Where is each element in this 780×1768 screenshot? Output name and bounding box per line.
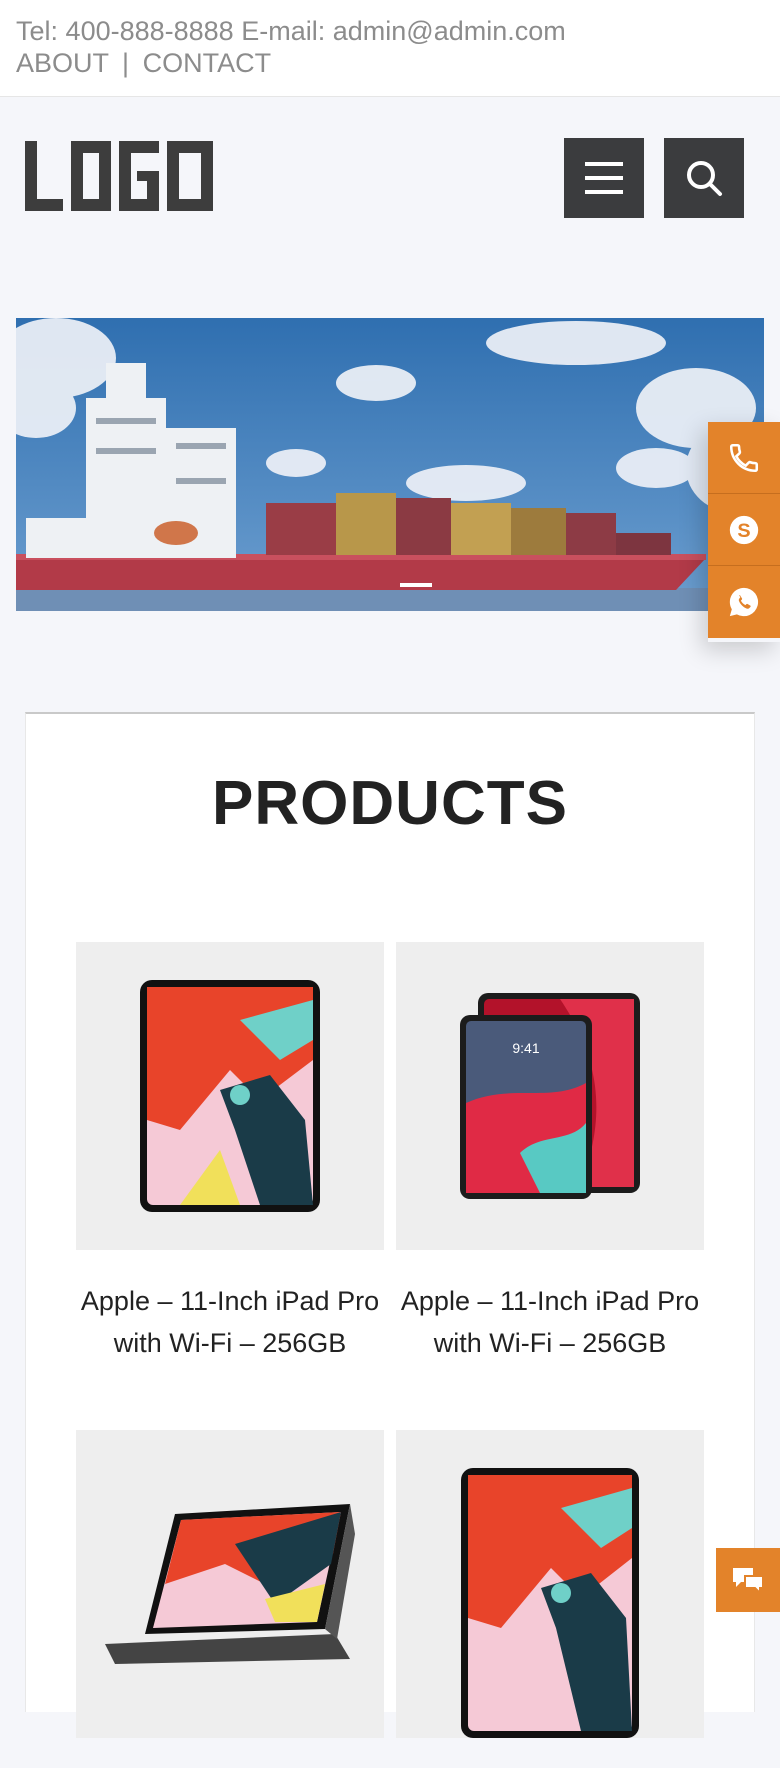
site-logo[interactable] bbox=[25, 141, 215, 211]
product-image[interactable] bbox=[76, 1430, 384, 1738]
product-name[interactable]: Apple – 11-Inch iPad Pro with Wi-Fi – 25… bbox=[396, 1280, 704, 1364]
top-bar: Tel: 400-888-8888 E-mail: admin@admin.co… bbox=[0, 0, 780, 97]
chat-bubble-icon bbox=[733, 1568, 764, 1594]
hamburger-menu-icon bbox=[585, 162, 623, 194]
ipad-front-image bbox=[461, 1468, 639, 1738]
ipad-in-case-image bbox=[105, 1504, 355, 1664]
tel-label: Tel: bbox=[16, 16, 59, 46]
skype-button[interactable]: S bbox=[708, 494, 780, 566]
product-card[interactable]: Apple – 11-Inch iPad Pro with Wi-Fi – 25… bbox=[76, 942, 384, 1364]
product-card[interactable] bbox=[396, 1430, 704, 1768]
contact-rail: S bbox=[708, 422, 780, 642]
chat-button[interactable] bbox=[716, 1548, 780, 1612]
slide-indicator[interactable] bbox=[400, 583, 432, 587]
hero-banner[interactable] bbox=[16, 318, 764, 611]
svg-text:S: S bbox=[737, 520, 750, 542]
phone-button[interactable] bbox=[708, 422, 780, 494]
phone-icon bbox=[729, 443, 759, 472]
email-label: E-mail: bbox=[241, 16, 326, 46]
tel-value[interactable]: 400-888-8888 bbox=[66, 16, 234, 46]
product-card[interactable]: 9:41 Apple – 11-Inch iPad Pro with Wi-Fi… bbox=[396, 942, 704, 1364]
product-image[interactable] bbox=[396, 1430, 704, 1738]
product-name[interactable]: Apple – 11-Inch iPad Pro with Wi-Fi – 25… bbox=[76, 1280, 384, 1364]
product-image[interactable]: 9:41 bbox=[396, 942, 704, 1250]
cargo-ship-image bbox=[16, 318, 764, 611]
two-ipads-image: 9:41 bbox=[460, 993, 640, 1199]
search-button[interactable] bbox=[664, 138, 744, 218]
search-icon bbox=[687, 161, 722, 196]
product-card[interactable] bbox=[76, 1430, 384, 1768]
products-section: PRODUCTS Apple – 11-Inch iPad Pro with W… bbox=[25, 712, 755, 1738]
whatsapp-icon bbox=[729, 587, 759, 617]
products-title: PRODUCTS bbox=[212, 769, 568, 838]
email-value[interactable]: admin@admin.com bbox=[333, 16, 566, 46]
about-link[interactable]: ABOUT bbox=[16, 48, 109, 78]
contact-link[interactable]: CONTACT bbox=[143, 48, 272, 78]
menu-button[interactable] bbox=[564, 138, 644, 218]
ipad-front-image bbox=[140, 980, 320, 1212]
product-image[interactable] bbox=[76, 942, 384, 1250]
whatsapp-button[interactable] bbox=[708, 566, 780, 638]
top-links: ABOUT | CONTACT bbox=[16, 48, 271, 79]
skype-icon: S bbox=[729, 515, 759, 544]
svg-text:9:41: 9:41 bbox=[512, 1040, 539, 1056]
contact-info: Tel: 400-888-8888 E-mail: admin@admin.co… bbox=[16, 16, 566, 47]
link-separator: | bbox=[122, 48, 130, 78]
